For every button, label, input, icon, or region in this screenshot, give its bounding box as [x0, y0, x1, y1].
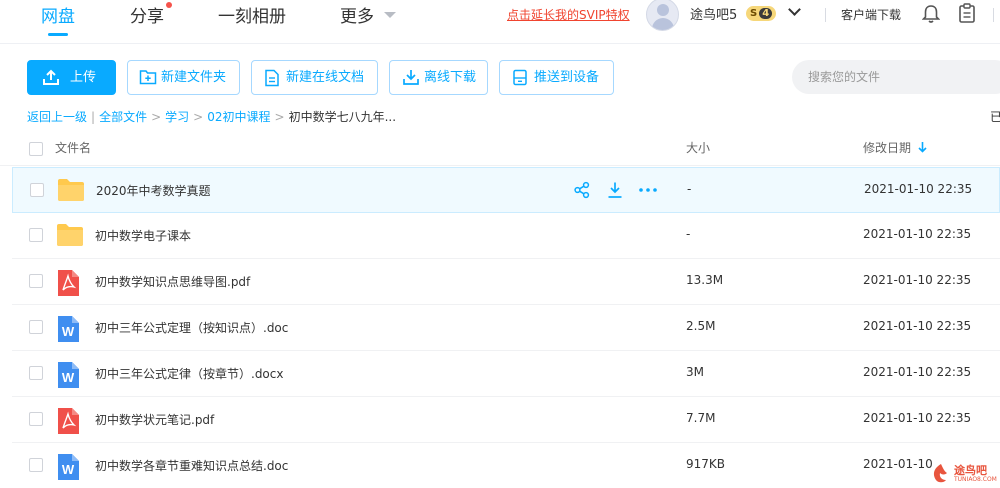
table-row[interactable]: W 初中三年公式定律（按章节）.docx 3M 2021-01-10 22:35: [12, 351, 1000, 397]
vip-badge: S4: [746, 6, 777, 21]
column-header-name[interactable]: 文件名: [55, 139, 91, 156]
row-checkbox[interactable]: [29, 366, 43, 380]
table-row[interactable]: W 初中数学各章节重难知识点总结.doc 917KB 2021-01-10: [12, 443, 1000, 488]
file-size: -: [687, 182, 692, 196]
file-name[interactable]: 初中三年公式定理（按知识点）.doc: [95, 319, 288, 336]
bell-icon[interactable]: [921, 4, 941, 28]
active-tab-indicator: [48, 33, 68, 36]
file-name[interactable]: 2020年中考数学真题: [96, 182, 211, 199]
file-name[interactable]: 初中三年公式定律（按章节）.docx: [95, 365, 283, 382]
username[interactable]: 途鸟吧5: [690, 4, 737, 23]
row-checkbox[interactable]: [29, 228, 43, 242]
chevron-down-icon[interactable]: [384, 12, 396, 18]
divider: [993, 8, 994, 22]
modified-date: 2021-01-10: [863, 457, 933, 471]
truncated-text: 已: [990, 110, 1000, 124]
file-size: -: [686, 227, 691, 241]
push-to-device-button[interactable]: 推送到设备: [499, 60, 614, 95]
search-input[interactable]: 搜索您的文件: [792, 60, 1000, 94]
new-folder-icon: [139, 70, 157, 85]
svg-text:W: W: [62, 324, 75, 339]
download-icon[interactable]: [606, 181, 624, 203]
tab-more[interactable]: 更多: [340, 2, 374, 27]
svg-text:W: W: [62, 370, 75, 385]
column-header-modified[interactable]: 修改日期: [863, 139, 911, 156]
new-online-doc-button[interactable]: 新建在线文档: [251, 60, 378, 95]
tab-album[interactable]: 一刻相册: [218, 2, 286, 27]
breadcrumb: 返回上一级 | 全部文件 > 学习 >02初中课程 > 初中数学七八九年...: [27, 110, 397, 124]
breadcrumb-all-files[interactable]: 全部文件: [99, 110, 147, 124]
modified-date: 2021-01-10 22:35: [863, 273, 972, 287]
table-row[interactable]: 初中数学知识点思维导图.pdf 13.3M 2021-01-10 22:35: [12, 259, 1000, 305]
table-row[interactable]: 初中数学状元笔记.pdf 7.7M 2021-01-10 22:35: [12, 397, 1000, 443]
watermark-logo: 途鸟吧 TUNIAO8.COM: [930, 460, 1000, 488]
row-checkbox[interactable]: [29, 320, 43, 334]
user-menu-chevron-icon[interactable]: [788, 3, 801, 16]
upload-button[interactable]: 上传: [27, 60, 116, 95]
table-header: 文件名 大小 修改日期: [0, 130, 1000, 166]
breadcrumb-study[interactable]: 学习: [165, 110, 189, 124]
device-icon: [513, 69, 527, 86]
folder-icon: [56, 223, 84, 251]
modified-date: 2021-01-10 22:35: [863, 319, 972, 333]
avatar[interactable]: [646, 0, 679, 31]
tab-netdisk[interactable]: 网盘: [41, 2, 75, 27]
modified-date: 2021-01-10 22:35: [863, 411, 972, 425]
file-size: 3M: [686, 365, 704, 379]
modified-date: 2021-01-10 22:35: [863, 227, 972, 241]
offline-download-button[interactable]: 离线下载: [389, 60, 488, 95]
file-size: 7.7M: [686, 411, 716, 425]
word-file-icon: W: [56, 453, 80, 485]
client-download-link[interactable]: 客户端下载: [841, 6, 901, 23]
file-name[interactable]: 初中数学各章节重难知识点总结.doc: [95, 457, 288, 474]
row-checkbox[interactable]: [30, 183, 44, 197]
row-checkbox[interactable]: [29, 412, 43, 426]
svg-text:W: W: [62, 462, 75, 477]
search-placeholder: 搜索您的文件: [808, 70, 881, 84]
table-row[interactable]: W 初中三年公式定理（按知识点）.doc 2.5M 2021-01-10 22:35: [12, 305, 1000, 351]
file-size: 917KB: [686, 457, 726, 471]
row-checkbox[interactable]: [29, 274, 43, 288]
file-name[interactable]: 初中数学电子课本: [95, 227, 191, 244]
breadcrumb-current: 初中数学七八九年...: [288, 110, 397, 124]
folder-icon: [57, 178, 85, 206]
new-folder-button[interactable]: 新建文件夹: [127, 60, 240, 95]
top-nav: 网盘 分享 一刻相册 更多 点击延长我的SVIP特权 途鸟吧5 S4 客户端下载: [0, 0, 1000, 44]
modified-date: 2021-01-10 22:35: [863, 365, 972, 379]
divider: [825, 8, 826, 22]
tab-share[interactable]: 分享: [130, 2, 164, 27]
row-checkbox[interactable]: [29, 458, 43, 472]
column-header-size[interactable]: 大小: [686, 139, 710, 156]
file-size: 2.5M: [686, 319, 716, 333]
modified-date: 2021-01-10 22:35: [864, 182, 973, 196]
share-icon[interactable]: [573, 181, 591, 203]
select-all-checkbox[interactable]: [29, 142, 43, 156]
breadcrumb-back[interactable]: 返回上一级: [27, 110, 87, 124]
more-icon[interactable]: [638, 181, 658, 203]
svip-promo-link[interactable]: 点击延长我的SVIP特权: [507, 6, 630, 23]
pdf-file-icon: [56, 407, 80, 439]
download-icon: [403, 70, 419, 85]
file-size: 13.3M: [686, 273, 724, 287]
file-name[interactable]: 初中数学状元笔记.pdf: [95, 411, 214, 428]
notification-dot: [166, 2, 172, 8]
clipboard-icon[interactable]: [958, 3, 976, 27]
pdf-file-icon: [56, 269, 80, 301]
upload-icon: [43, 69, 59, 85]
file-name[interactable]: 初中数学知识点思维导图.pdf: [95, 273, 250, 290]
document-icon: [265, 69, 279, 87]
word-file-icon: W: [56, 361, 80, 393]
table-row[interactable]: 初中数学电子课本 - 2021-01-10 22:35: [12, 213, 1000, 259]
sort-down-icon[interactable]: [918, 141, 927, 153]
table-row[interactable]: 2020年中考数学真题 - 2021-01-10 22:35: [12, 167, 1000, 213]
breadcrumb-middle-school[interactable]: 02初中课程: [207, 110, 270, 124]
word-file-icon: W: [56, 315, 80, 347]
